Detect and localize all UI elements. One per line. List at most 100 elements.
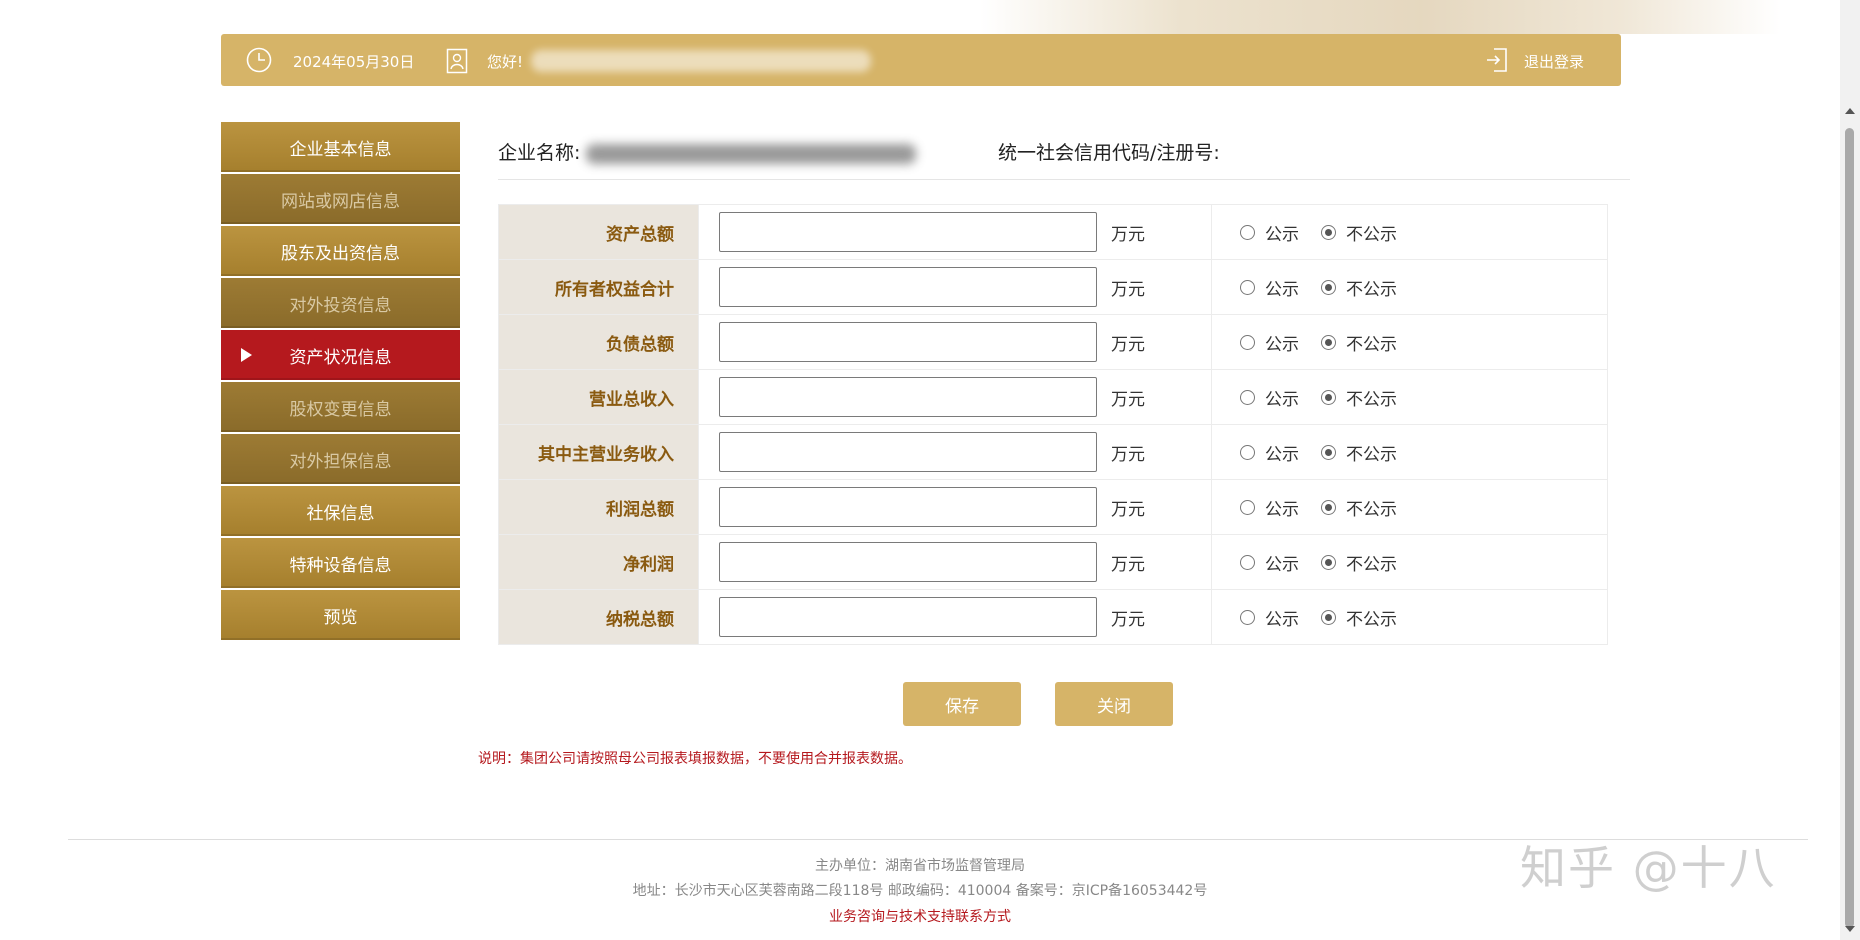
public-radio[interactable] <box>1240 334 1255 350</box>
private-label: 不公示 <box>1346 389 1397 410</box>
sidebar-item-equity-change[interactable]: 股权变更信息 <box>221 382 460 432</box>
public-label: 公示 <box>1265 224 1299 245</box>
sidebar-item-label: 股东及出资信息 <box>281 243 400 264</box>
field-label: 其中主营业务收入 <box>498 424 699 480</box>
divider <box>498 179 1630 180</box>
sidebar-item-special-equipment[interactable]: 特种设备信息 <box>221 538 460 588</box>
field-label: 利润总额 <box>498 479 699 535</box>
form-row: 负债总额 万元 公示 不公示 <box>498 314 1608 370</box>
unit-label: 万元 <box>1111 555 1145 575</box>
asset-form-table: 资产总额 万元 公示 不公示 所有者权益合计 万元 公示 不公示 负债总额 万元 公示 不公示 营业总收… <box>498 204 1608 645</box>
private-radio[interactable] <box>1321 389 1336 405</box>
sidebar-item-label: 对外投资信息 <box>289 295 392 316</box>
amount-input[interactable] <box>719 212 1097 252</box>
amount-input[interactable] <box>719 432 1097 472</box>
public-label: 公示 <box>1265 279 1299 300</box>
field-label: 纳税总额 <box>498 589 699 645</box>
credit-code-row: 统一社会信用代码/注册号: <box>998 138 1220 165</box>
amount-input[interactable] <box>719 377 1097 417</box>
sidebar-nav: 企业基本信息 网站或网店信息 股东及出资信息 对外投资信息 资产状况信息 股权变… <box>221 122 460 642</box>
form-row: 所有者权益合计 万元 公示 不公示 <box>498 259 1608 315</box>
public-radio[interactable] <box>1240 389 1255 405</box>
field-label: 营业总收入 <box>498 369 699 425</box>
public-label: 公示 <box>1265 609 1299 630</box>
sidebar-item-label: 企业基本信息 <box>289 139 392 160</box>
sidebar-item-preview[interactable]: 预览 <box>221 590 460 640</box>
private-label: 不公示 <box>1346 609 1397 630</box>
sidebar-item-label: 社保信息 <box>306 503 375 524</box>
form-row: 资产总额 万元 公示 不公示 <box>498 204 1608 260</box>
public-label: 公示 <box>1265 334 1299 355</box>
form-row: 纳税总额 万元 公示 不公示 <box>498 589 1608 645</box>
save-button[interactable]: 保存 <box>903 682 1021 726</box>
field-label: 负债总额 <box>498 314 699 370</box>
unit-label: 万元 <box>1111 390 1145 410</box>
unit-label: 万元 <box>1111 225 1145 245</box>
sidebar-item-label: 资产状况信息 <box>289 347 392 368</box>
field-cell: 万元 <box>698 369 1212 425</box>
sidebar-item-social-security[interactable]: 社保信息 <box>221 486 460 536</box>
instruction-note: 说明：集团公司请按照母公司报表填报数据，不要使用合并报表数据。 <box>478 751 912 767</box>
visibility-options: 公示 不公示 <box>1211 589 1608 645</box>
visibility-options: 公示 不公示 <box>1211 479 1608 535</box>
private-radio[interactable] <box>1321 334 1336 350</box>
user-badge-icon <box>446 48 468 74</box>
public-radio[interactable] <box>1240 444 1255 460</box>
private-radio[interactable] <box>1321 554 1336 570</box>
sidebar-item-label: 网站或网店信息 <box>281 191 400 212</box>
unit-label: 万元 <box>1111 335 1145 355</box>
redacted-user-name <box>531 50 871 72</box>
private-label: 不公示 <box>1346 444 1397 465</box>
private-radio[interactable] <box>1321 499 1336 515</box>
field-cell: 万元 <box>698 589 1212 645</box>
private-radio[interactable] <box>1321 279 1336 295</box>
public-radio[interactable] <box>1240 554 1255 570</box>
field-label: 资产总额 <box>498 204 699 260</box>
sidebar-item-website-info[interactable]: 网站或网店信息 <box>221 174 460 224</box>
amount-input[interactable] <box>719 322 1097 362</box>
field-cell: 万元 <box>698 424 1212 480</box>
unit-label: 万元 <box>1111 610 1145 630</box>
public-radio[interactable] <box>1240 224 1255 240</box>
scrollbar-thumb[interactable] <box>1845 128 1854 928</box>
field-cell: 万元 <box>698 259 1212 315</box>
public-label: 公示 <box>1265 389 1299 410</box>
scroll-down-icon[interactable] <box>1845 926 1855 932</box>
sidebar-item-label: 特种设备信息 <box>289 555 392 576</box>
close-button[interactable]: 关闭 <box>1055 682 1173 726</box>
private-radio[interactable] <box>1321 609 1336 625</box>
public-radio[interactable] <box>1240 499 1255 515</box>
unit-label: 万元 <box>1111 280 1145 300</box>
public-radio[interactable] <box>1240 279 1255 295</box>
field-cell: 万元 <box>698 204 1212 260</box>
amount-input[interactable] <box>719 542 1097 582</box>
visibility-options: 公示 不公示 <box>1211 259 1608 315</box>
private-label: 不公示 <box>1346 224 1397 245</box>
sidebar-item-investment[interactable]: 对外投资信息 <box>221 278 460 328</box>
private-radio[interactable] <box>1321 444 1336 460</box>
unit-label: 万元 <box>1111 500 1145 520</box>
logout-icon[interactable] <box>1485 47 1509 73</box>
form-row: 利润总额 万元 公示 不公示 <box>498 479 1608 535</box>
sidebar-item-shareholders[interactable]: 股东及出资信息 <box>221 226 460 276</box>
sidebar-item-guarantee[interactable]: 对外担保信息 <box>221 434 460 484</box>
private-label: 不公示 <box>1346 499 1397 520</box>
amount-input[interactable] <box>719 597 1097 637</box>
redacted-company-name <box>586 143 917 164</box>
public-label: 公示 <box>1265 554 1299 575</box>
sidebar-item-basic-info[interactable]: 企业基本信息 <box>221 122 460 172</box>
visibility-options: 公示 不公示 <box>1211 424 1608 480</box>
amount-input[interactable] <box>719 267 1097 307</box>
logout-button[interactable]: 退出登录 <box>1524 51 1584 72</box>
private-radio[interactable] <box>1321 224 1336 240</box>
sidebar-item-assets[interactable]: 资产状况信息 <box>221 330 460 380</box>
scroll-up-icon[interactable] <box>1845 108 1855 114</box>
form-row: 其中主营业务收入 万元 公示 不公示 <box>498 424 1608 480</box>
active-arrow-icon <box>241 348 252 362</box>
footer-support-link[interactable]: 业务咨询与技术支持联系方式 <box>0 906 1840 926</box>
visibility-options: 公示 不公示 <box>1211 204 1608 260</box>
header-texture <box>980 0 1780 34</box>
amount-input[interactable] <box>719 487 1097 527</box>
public-radio[interactable] <box>1240 609 1255 625</box>
field-label: 所有者权益合计 <box>498 259 699 315</box>
